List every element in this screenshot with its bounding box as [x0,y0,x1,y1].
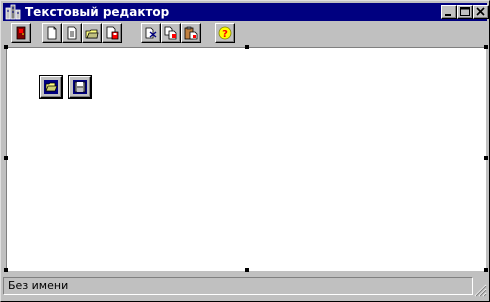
minimize-button[interactable] [441,5,457,19]
save-file-button[interactable] [69,76,91,98]
new-document-button[interactable] [42,23,62,43]
document-icon [67,26,77,40]
copy-icon [164,26,177,40]
exit-button[interactable] [11,23,31,43]
maximize-icon [460,7,470,16]
resize-handle[interactable] [484,156,488,160]
close-button[interactable] [473,5,489,19]
open-document-button[interactable] [82,23,102,43]
size-grip-icon[interactable] [473,283,487,297]
maximize-button[interactable] [457,5,473,19]
open-file-button[interactable] [40,76,62,98]
minimize-icon [445,14,451,16]
cut-button[interactable] [141,23,161,43]
open-folder-document-icon [85,29,99,39]
resize-handle[interactable] [4,156,8,160]
resize-handle[interactable] [245,45,249,49]
save-floppy-icon [73,80,87,94]
help-button[interactable]: ? [215,23,235,43]
text-editor-area[interactable] [4,45,488,272]
title-bar[interactable]: Текстовый редактор [3,3,489,21]
save-document-icon [106,26,119,40]
window-title: Текстовый редактор [25,5,170,19]
paste-icon [184,26,198,40]
app-building-icon[interactable] [5,4,21,20]
svg-text:?: ? [222,29,228,40]
resize-handle[interactable] [4,268,8,272]
app-window: Текстовый редактор ? Без имени [0,0,490,302]
resize-handle[interactable] [245,268,249,272]
document-button[interactable] [62,23,82,43]
save-document-button[interactable] [102,23,122,43]
copy-button[interactable] [161,23,181,43]
toolbar: ? [3,22,487,46]
status-bar: Без имени [3,275,487,299]
new-document-icon [47,26,57,40]
open-folder-icon [44,80,58,94]
resize-handle[interactable] [484,45,488,49]
resize-handle[interactable] [4,45,8,49]
status-panel: Без имени [3,277,473,295]
exit-door-icon [16,26,26,40]
paste-button[interactable] [181,23,201,43]
status-filename: Без имени [8,279,69,292]
close-icon [476,7,485,16]
help-icon: ? [218,26,232,40]
cut-icon [145,27,157,39]
resize-handle[interactable] [484,268,488,272]
